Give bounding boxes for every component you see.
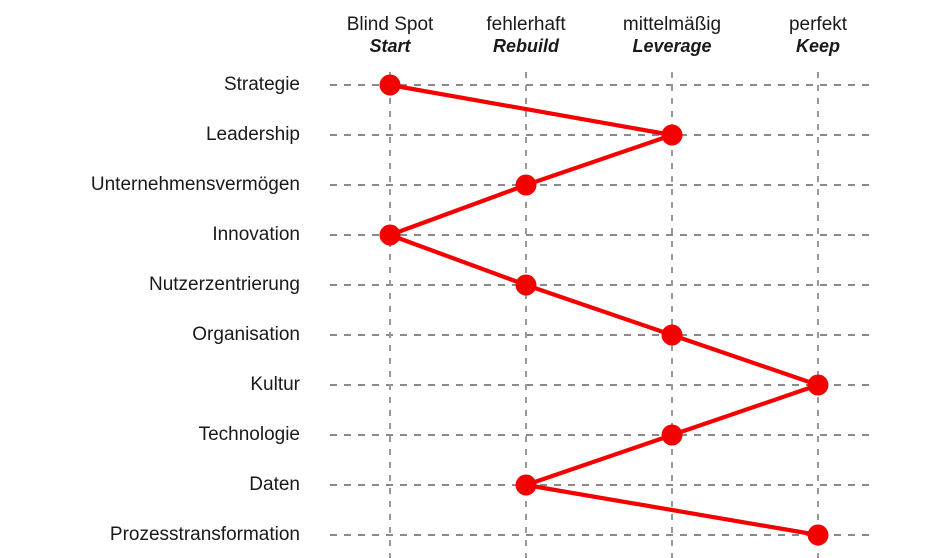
maturity-assessment-chart: Blind Spot Start fehlerhaft Rebuild mitt… [0,0,941,558]
datapoint-organisation [661,324,683,346]
datapoint-kultur [807,374,829,396]
datapoint-unternehmensvermögen [515,174,537,196]
datapoint-leadership [661,124,683,146]
datapoint-technologie [661,424,683,446]
datapoint-innovation [379,224,401,246]
plot-area [330,72,872,558]
datapoint-daten [515,474,537,496]
datapoint-strategie [379,74,401,96]
series-line-reifegrad [387,82,821,538]
datapoint-prozesstransformation [807,524,829,546]
datapoint-nutzerzentrierung [515,274,537,296]
